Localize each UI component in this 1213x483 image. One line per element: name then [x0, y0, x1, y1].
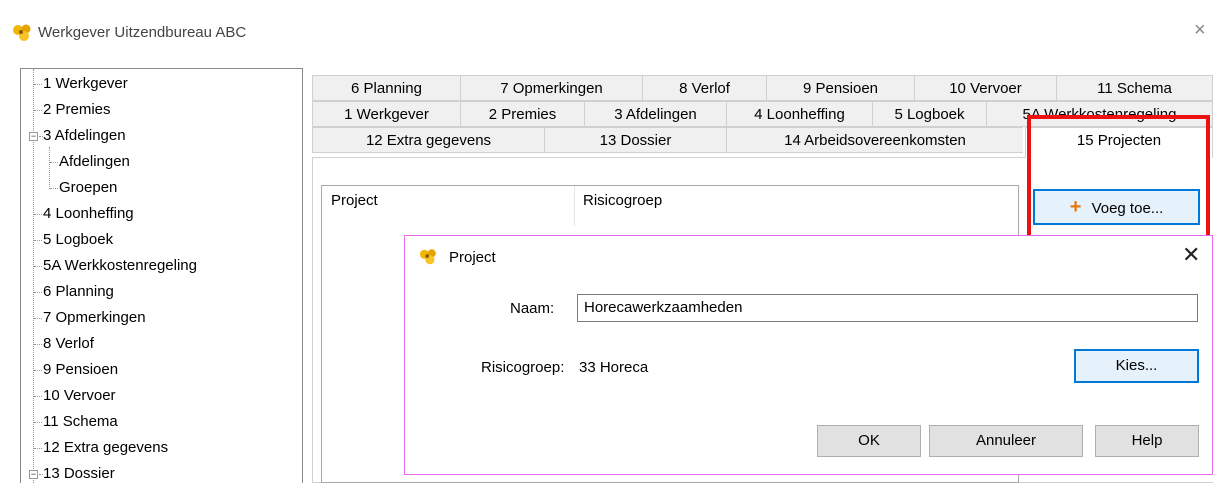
tree-item-afdelingen-sub[interactable]: Afdelingen	[59, 151, 130, 173]
tree-item-dossier[interactable]: 13 Dossier	[43, 463, 115, 483]
tree-item-premies[interactable]: 2 Premies	[43, 99, 111, 121]
tree-item-verlof[interactable]: 8 Verlof	[43, 333, 94, 355]
tree-item-afdelingen[interactable]: 3 Afdelingen	[43, 125, 126, 147]
tree-item-werkkostenregeling[interactable]: 5A Werkkostenregeling	[43, 255, 197, 277]
tree-item-vervoer[interactable]: 10 Vervoer	[43, 385, 116, 407]
plus-icon: +	[1069, 196, 1082, 218]
tree-connector	[34, 292, 42, 293]
tree-connector	[34, 110, 42, 111]
tab-dossier[interactable]: 13 Dossier	[544, 127, 726, 153]
risk-group-label: Risicogroep:	[481, 359, 565, 376]
column-separator	[574, 186, 575, 226]
add-project-button[interactable]: + Voeg toe...	[1033, 189, 1200, 225]
name-input[interactable]: Horecawerkzaamheden	[577, 294, 1198, 322]
sunflower-app-icon	[13, 24, 31, 41]
tree-item-pensioen[interactable]: 9 Pensioen	[43, 359, 118, 381]
tree-connector	[34, 84, 42, 85]
tab-row-2: 1 Werkgever 2 Premies 3 Afdelingen 4 Loo…	[312, 101, 1213, 127]
tree-connector	[49, 147, 50, 189]
tab-opmerkingen[interactable]: 7 Opmerkingen	[460, 75, 642, 101]
ok-button[interactable]: OK	[817, 425, 921, 457]
dialog-close-icon[interactable]: ✕	[1182, 242, 1200, 268]
section-tree[interactable]: 1 Werkgever 2 Premies − 3 Afdelingen Afd…	[20, 68, 303, 483]
window-title: Werkgever Uitzendbureau ABC	[38, 24, 247, 41]
cancel-button[interactable]: Annuleer	[929, 425, 1083, 457]
tab-werkkostenregeling[interactable]: 5A Werkkostenregeling	[986, 101, 1213, 127]
tree-item-werkgever[interactable]: 1 Werkgever	[43, 73, 128, 95]
tree-item-loonheffing[interactable]: 4 Loonheffing	[43, 203, 134, 225]
window-titlebar: Werkgever Uitzendbureau ABC ×	[0, 0, 1213, 66]
tab-premies[interactable]: 2 Premies	[460, 101, 584, 127]
tree-connector	[50, 162, 58, 163]
tree-connector	[34, 266, 42, 267]
window-close-icon[interactable]: ×	[1194, 18, 1206, 42]
tab-afdelingen[interactable]: 3 Afdelingen	[584, 101, 726, 127]
collapse-icon[interactable]: −	[29, 470, 38, 479]
name-label: Naam:	[510, 300, 555, 317]
tree-item-schema[interactable]: 11 Schema	[43, 411, 118, 433]
tree-connector	[34, 396, 42, 397]
help-button[interactable]: Help	[1095, 425, 1199, 457]
choose-risk-group-button[interactable]: Kies...	[1074, 349, 1199, 383]
tab-planning[interactable]: 6 Planning	[312, 75, 460, 101]
tree-item-opmerkingen[interactable]: 7 Opmerkingen	[43, 307, 146, 329]
tree-connector	[34, 448, 42, 449]
tab-extra-gegevens[interactable]: 12 Extra gegevens	[312, 127, 544, 153]
tab-loonheffing[interactable]: 4 Loonheffing	[726, 101, 872, 127]
tree-connector	[34, 240, 42, 241]
tab-vervoer[interactable]: 10 Vervoer	[914, 75, 1056, 101]
sunflower-app-icon	[419, 249, 436, 265]
tab-logboek[interactable]: 5 Logboek	[872, 101, 986, 127]
tree-item-groepen[interactable]: Groepen	[59, 177, 117, 199]
tree-item-planning[interactable]: 6 Planning	[43, 281, 114, 303]
column-header-risicogroep[interactable]: Risicogroep	[583, 192, 662, 209]
collapse-icon[interactable]: −	[29, 132, 38, 141]
tree-connector	[34, 214, 42, 215]
tab-pensioen[interactable]: 9 Pensioen	[766, 75, 914, 101]
tab-verlof[interactable]: 8 Verlof	[642, 75, 766, 101]
tree-connector	[34, 370, 42, 371]
tab-row-1: 6 Planning 7 Opmerkingen 8 Verlof 9 Pens…	[312, 75, 1213, 101]
tree-connector	[34, 422, 42, 423]
tab-projecten[interactable]: 15 Projecten	[1025, 127, 1213, 158]
tab-arbeidsovereenkomsten[interactable]: 14 Arbeidsovereenkomsten	[726, 127, 1023, 153]
tree-item-logboek[interactable]: 5 Logboek	[43, 229, 113, 251]
tree-connector	[34, 318, 42, 319]
risk-group-value: 33 Horeca	[579, 359, 649, 376]
tree-item-extra-gegevens[interactable]: 12 Extra gegevens	[43, 437, 168, 459]
dialog-title: Project	[449, 249, 496, 266]
project-dialog: Project ✕ Naam: Horecawerkzaamheden Risi…	[404, 235, 1213, 475]
tab-werkgever[interactable]: 1 Werkgever	[312, 101, 460, 127]
tab-schema[interactable]: 11 Schema	[1056, 75, 1213, 101]
tree-connector	[50, 188, 58, 189]
tree-connector	[34, 344, 42, 345]
add-project-label: Voeg toe...	[1091, 200, 1164, 217]
column-header-project[interactable]: Project	[331, 192, 378, 209]
